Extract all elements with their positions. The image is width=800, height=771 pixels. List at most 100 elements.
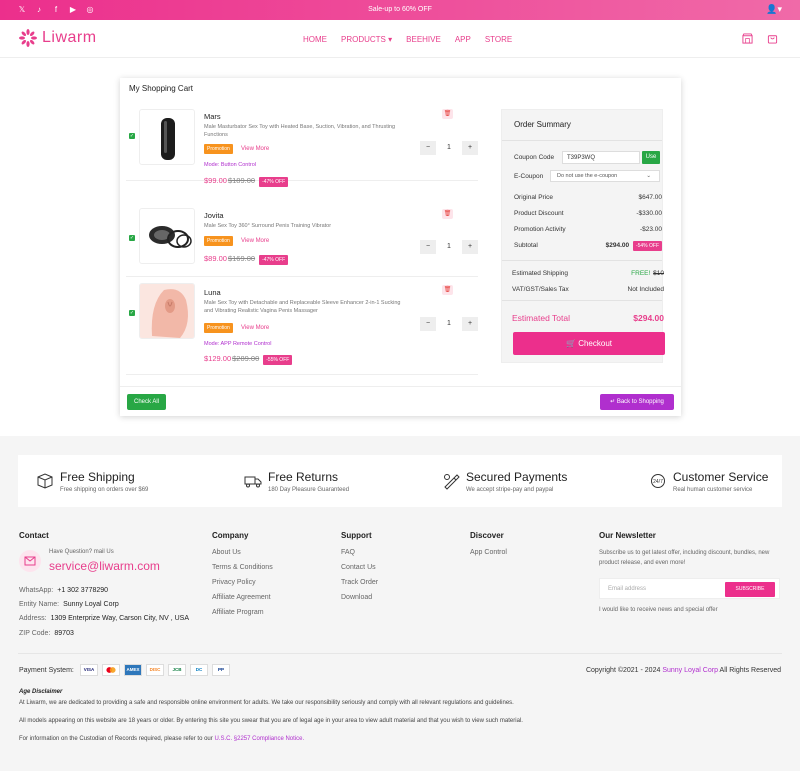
row-label: Estimated Shipping bbox=[512, 270, 569, 277]
footer-newsletter-title: Our Newsletter bbox=[599, 531, 656, 540]
quantity-stepper: − 1 + bbox=[420, 317, 478, 331]
view-more-link[interactable]: View More bbox=[241, 325, 269, 331]
whatsapp-value[interactable]: +1 302 3778290 bbox=[57, 587, 108, 594]
delete-item-icon[interactable]: 🗑 bbox=[442, 285, 453, 295]
promo-text[interactable]: Sale-up to 60% OFF bbox=[0, 6, 800, 13]
footer-link-download[interactable]: Download bbox=[341, 594, 372, 601]
back-to-shopping-button[interactable]: ↵ Back to Shopping bbox=[600, 394, 674, 410]
contact-email-link[interactable]: service@liwarm.com bbox=[49, 559, 160, 573]
box-icon bbox=[37, 473, 53, 489]
footer-link-about[interactable]: About Us bbox=[212, 549, 241, 556]
increase-qty-button[interactable]: + bbox=[462, 141, 478, 155]
discount-badge: -55% OFF bbox=[263, 355, 293, 365]
email-input[interactable]: Email address bbox=[608, 586, 646, 592]
disclaimer-text-2: All models appearing on this website are… bbox=[19, 718, 523, 724]
cart-item: ✓ Luna Male Sex Toy with Detachable and … bbox=[126, 277, 478, 375]
contact-label: WhatsApp: bbox=[19, 587, 54, 594]
footer-link-app-control[interactable]: App Control bbox=[470, 549, 507, 556]
current-price: $99.00 bbox=[204, 176, 227, 185]
ecoupon-select[interactable]: Do not use the e-coupon ⌄ bbox=[550, 170, 660, 182]
divider bbox=[120, 386, 681, 387]
product-name[interactable]: Jovita bbox=[204, 211, 224, 220]
footer-link-terms[interactable]: Terms & Conditions bbox=[212, 564, 273, 571]
footer-link-track[interactable]: Track Order bbox=[341, 579, 378, 586]
product-luna-image bbox=[140, 284, 194, 338]
shipping-row: Estimated Shipping FREE! $10 bbox=[512, 270, 664, 277]
disclaimer-text-1: At Liwarm, we are dedicated to providing… bbox=[19, 700, 514, 706]
row-label: Product Discount bbox=[514, 210, 564, 217]
control-mode: Mode: Button Control bbox=[204, 162, 256, 168]
quantity-value[interactable]: 1 bbox=[437, 141, 461, 155]
price-block: $129.00$289.00 -55% OFF bbox=[204, 354, 293, 365]
footer-company-title: Company bbox=[212, 531, 249, 540]
footer-link-affiliate-program[interactable]: Affiliate Program bbox=[212, 609, 264, 616]
item-checkbox[interactable]: ✓ bbox=[129, 310, 135, 316]
nav-beehive[interactable]: BEEHIVE bbox=[406, 35, 441, 44]
check-all-button[interactable]: Check All bbox=[127, 394, 166, 410]
row-value: Not Included bbox=[627, 286, 665, 293]
user-menu-icon[interactable]: 👤▾ bbox=[766, 4, 782, 15]
decrease-qty-button[interactable]: − bbox=[420, 141, 436, 155]
footer-link-privacy[interactable]: Privacy Policy bbox=[212, 579, 256, 586]
nav-store[interactable]: STORE bbox=[485, 35, 512, 44]
nav-home[interactable]: HOME bbox=[303, 35, 327, 44]
paypal-icon: PP bbox=[212, 664, 230, 676]
product-name[interactable]: Luna bbox=[204, 288, 221, 297]
row-value: -$330.00 bbox=[636, 210, 662, 217]
promotion-badge: Promotion bbox=[204, 323, 233, 333]
increase-qty-button[interactable]: + bbox=[462, 240, 478, 254]
footer-support-title: Support bbox=[341, 531, 372, 540]
logo-flower-icon bbox=[19, 29, 37, 47]
copyright-post: All Rights Reserved bbox=[717, 667, 781, 674]
delete-item-icon[interactable]: 🗑 bbox=[442, 209, 453, 219]
cart-icon[interactable] bbox=[767, 33, 778, 44]
product-image[interactable] bbox=[139, 283, 195, 339]
current-price: $129.00 bbox=[204, 354, 232, 363]
decrease-qty-button[interactable]: − bbox=[420, 240, 436, 254]
store-icon[interactable] bbox=[742, 33, 753, 44]
current-price: $89.00 bbox=[204, 254, 227, 263]
item-checkbox[interactable]: ✓ bbox=[129, 133, 135, 139]
feature-title: Secured Payments bbox=[466, 470, 568, 484]
amex-icon: AMEX bbox=[124, 664, 142, 676]
discount-badge: -47% OFF bbox=[259, 177, 289, 187]
quantity-value[interactable]: 1 bbox=[437, 317, 461, 331]
subscribe-button[interactable]: SUBSCRIBE bbox=[725, 582, 775, 597]
view-more-link[interactable]: View More bbox=[241, 238, 269, 244]
contact-label: Address: bbox=[19, 615, 47, 622]
visa-icon: VISA bbox=[80, 664, 98, 676]
ecoupon-value: Do not use the e-coupon bbox=[557, 173, 618, 179]
view-more-link[interactable]: View More bbox=[241, 146, 269, 152]
product-image[interactable] bbox=[139, 208, 195, 264]
price-block: $89.00$169.00 -47% OFF bbox=[204, 254, 289, 265]
footer-link-faq[interactable]: FAQ bbox=[341, 549, 355, 556]
product-image[interactable] bbox=[139, 109, 195, 165]
decrease-qty-button[interactable]: − bbox=[420, 317, 436, 331]
nav-app[interactable]: APP bbox=[455, 35, 471, 44]
increase-qty-button[interactable]: + bbox=[462, 317, 478, 331]
quantity-value[interactable]: 1 bbox=[437, 240, 461, 254]
disclaimer-text-3: For information on the Custodian of Reco… bbox=[19, 736, 304, 742]
divider bbox=[502, 300, 662, 301]
brand-name: Liwarm bbox=[42, 29, 97, 46]
nav-products-label: PRODUCTS bbox=[341, 35, 386, 44]
footer-link-affiliate-agreement[interactable]: Affiliate Agreement bbox=[212, 594, 271, 601]
use-coupon-button[interactable]: Use bbox=[642, 151, 660, 164]
checkout-button[interactable]: 🛒 Checkout bbox=[513, 332, 665, 355]
logo[interactable]: Liwarm bbox=[18, 28, 97, 48]
nav-products[interactable]: PRODUCTS ▾ bbox=[341, 35, 392, 44]
zip-row: ZIP Code: 89703 bbox=[19, 630, 74, 637]
original-price: $289.00 bbox=[232, 354, 260, 363]
delete-item-icon[interactable]: 🗑 bbox=[442, 109, 453, 119]
original-price: $189.00 bbox=[227, 176, 256, 185]
coupon-input[interactable]: T39P3WQ bbox=[562, 151, 640, 164]
compliance-notice-link[interactable]: U.S.C. §2257 Compliance Notice. bbox=[214, 736, 304, 742]
copyright: Copyright ©2021 - 2024 Sunny Loyal Corp … bbox=[586, 667, 781, 674]
footer-link-contact[interactable]: Contact Us bbox=[341, 564, 376, 571]
quantity-stepper: − 1 + bbox=[420, 240, 478, 254]
mail-icon bbox=[19, 550, 41, 572]
product-name[interactable]: Mars bbox=[204, 112, 221, 121]
item-checkbox[interactable]: ✓ bbox=[129, 235, 135, 241]
promotion-badge: Promotion bbox=[204, 144, 233, 154]
copyright-brand-link[interactable]: Sunny Loyal Corp bbox=[662, 667, 718, 674]
